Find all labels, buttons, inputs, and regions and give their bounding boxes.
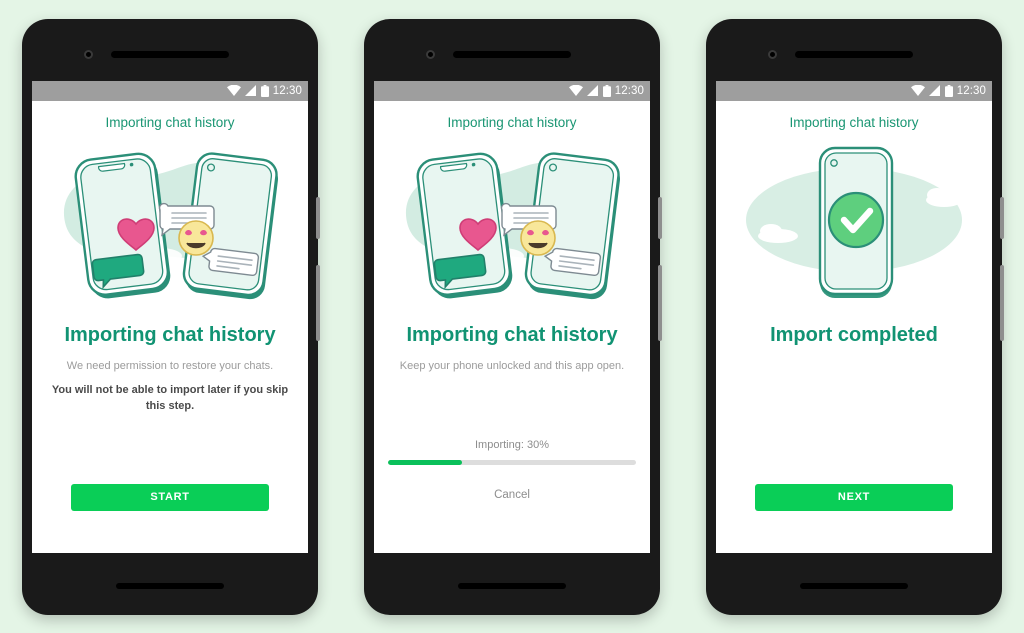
power-button[interactable] — [1000, 196, 1004, 239]
power-button[interactable] — [658, 196, 662, 239]
appbar-title: Importing chat history — [105, 114, 235, 130]
battery-icon — [602, 84, 611, 97]
signal-icon — [586, 85, 598, 96]
phone-device-in-progress: 12:30 Importing chat history Importing c… — [364, 18, 662, 615]
phone-device-completed: 12:30 Importing chat history Import comp… — [706, 18, 1004, 615]
subtitle-text: We need permission to restore your chats… — [66, 359, 274, 372]
phone-mockups-stage: 12:30 Importing chat history Importing c… — [0, 0, 1024, 633]
status-bar-clock: 12:30 — [614, 84, 644, 97]
wifi-icon — [226, 85, 241, 96]
bottom-speaker-icon — [458, 582, 566, 589]
front-camera-icon — [768, 49, 777, 59]
wifi-icon — [568, 85, 583, 96]
subtitle-text: Keep your phone unlocked and this app op… — [399, 359, 625, 372]
phone-with-green-checkmark-illustration — [716, 138, 992, 310]
page-title: Import completed — [770, 323, 938, 346]
signal-icon — [928, 85, 940, 96]
page-title: Importing chat history — [406, 323, 618, 346]
bottom-speaker-icon — [116, 582, 224, 589]
volume-button[interactable] — [316, 264, 320, 341]
import-progress: Importing: 30% — [374, 439, 650, 465]
status-bar: 12:30 — [716, 80, 992, 101]
phone-device-permission: 12:30 Importing chat history Importing c… — [22, 18, 320, 615]
wifi-icon — [910, 85, 925, 96]
bottom-speaker-icon — [800, 582, 908, 589]
earpiece-speaker-icon — [111, 50, 229, 58]
warning-text: You will not be able to import later if … — [51, 384, 289, 413]
status-bar-clock: 12:30 — [272, 84, 302, 97]
signal-icon — [244, 85, 256, 96]
front-camera-icon — [84, 49, 93, 59]
progress-fill — [388, 459, 463, 465]
cancel-button[interactable]: Cancel — [484, 465, 540, 501]
power-button[interactable] — [316, 196, 320, 239]
two-phones-chat-transfer-illustration — [374, 138, 650, 310]
earpiece-speaker-icon — [453, 50, 571, 58]
screen-in-progress: 12:30 Importing chat history Importing c… — [374, 80, 650, 553]
appbar-title: Importing chat history — [789, 114, 919, 130]
next-button[interactable]: NEXT — [755, 483, 953, 511]
two-phones-chat-transfer-illustration — [32, 138, 308, 310]
battery-icon — [944, 84, 953, 97]
battery-icon — [260, 84, 269, 97]
front-camera-icon — [426, 49, 435, 59]
page-title: Importing chat history — [64, 323, 276, 346]
status-bar-clock: 12:30 — [956, 84, 986, 97]
progress-label: Importing: 30% — [475, 438, 549, 451]
status-bar: 12:30 — [374, 80, 650, 101]
appbar-title: Importing chat history — [447, 114, 577, 130]
earpiece-speaker-icon — [795, 50, 913, 58]
status-bar: 12:30 — [32, 80, 308, 101]
volume-button[interactable] — [658, 264, 662, 341]
start-button[interactable]: START — [71, 483, 269, 511]
screen-completed: 12:30 Importing chat history Import comp… — [716, 80, 992, 553]
screen-permission: 12:30 Importing chat history Importing c… — [32, 80, 308, 553]
volume-button[interactable] — [1000, 264, 1004, 341]
